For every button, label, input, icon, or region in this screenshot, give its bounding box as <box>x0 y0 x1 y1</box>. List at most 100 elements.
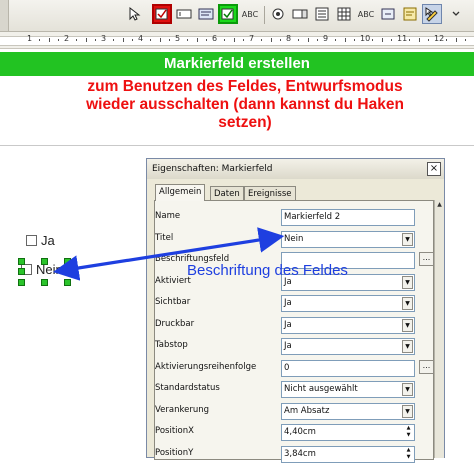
label-tool-button[interactable] <box>196 4 216 24</box>
tutorial-banner: Markierfeld erstellen <box>0 52 474 76</box>
property-value-field[interactable]: 0 <box>281 359 415 377</box>
property-value: Ja <box>284 298 292 308</box>
dialog-title-bar[interactable]: Eigenschaften: Markierfeld × <box>147 159 444 179</box>
ellipsis-button[interactable]: ... <box>419 359 434 374</box>
horizontal-ruler[interactable]: 1 2 3 4 5 6 7 8 9 10 11 12 <box>0 32 474 49</box>
selection-handle[interactable] <box>18 279 25 286</box>
form-button[interactable] <box>400 4 420 24</box>
nav-tool-button[interactable] <box>378 4 398 24</box>
checkbox-ja[interactable]: Ja <box>26 233 55 248</box>
tab-daten[interactable]: Daten <box>210 186 244 200</box>
selection-handle[interactable] <box>64 268 71 275</box>
pointer-tool-button[interactable] <box>124 4 144 24</box>
selection-handle[interactable] <box>64 258 71 265</box>
chevron-down-icon[interactable]: ▼ <box>402 383 413 396</box>
radio-button-tool[interactable] <box>268 4 288 24</box>
spin-buttons-icon[interactable]: ▲ ▼ <box>404 425 413 440</box>
ruler-number: 4 <box>138 34 144 43</box>
property-value-field[interactable]: 3,84cm ▲ ▼ <box>281 445 415 463</box>
selection-handle[interactable] <box>18 258 25 265</box>
ruler-tick <box>233 38 235 42</box>
ruler-tick <box>335 39 337 41</box>
spin-buttons-icon[interactable]: ▲ ▼ <box>404 447 413 462</box>
property-label: Standardstatus <box>155 383 220 393</box>
combo-tool-button[interactable] <box>290 4 310 24</box>
ruler-tick <box>298 39 300 41</box>
ruler-tick <box>307 38 309 42</box>
ruler-tick <box>279 39 281 41</box>
abc-button-2[interactable]: ABC <box>356 4 376 24</box>
panel-scrollbar[interactable]: ▲ <box>434 200 444 458</box>
selection-handle[interactable] <box>41 279 48 286</box>
abc-icon: ABC <box>241 9 259 19</box>
chevron-down-icon[interactable]: ▼ <box>402 318 413 332</box>
list-box-icon <box>315 7 329 21</box>
property-value-field[interactable]: Ja ▼ <box>281 338 415 355</box>
selection-handle[interactable] <box>41 258 48 265</box>
combo-box-icon <box>292 9 308 19</box>
property-label: PositionX <box>155 426 194 436</box>
ruler-tick <box>261 39 263 41</box>
property-value-field[interactable]: Nein ▼ <box>281 230 415 248</box>
property-value-field[interactable]: Ja ▼ <box>281 295 415 312</box>
abc-button[interactable]: ABC <box>240 4 260 24</box>
chevron-down-icon[interactable]: ▼ <box>402 340 413 353</box>
scroll-up-icon[interactable]: ▲ <box>435 200 444 209</box>
chevron-down-icon[interactable]: ▼ <box>402 232 413 246</box>
property-value: 3,84cm <box>284 448 316 459</box>
textbox-tool-button[interactable] <box>174 4 194 24</box>
chevron-down-icon[interactable]: ▼ <box>402 275 413 289</box>
ruler-tick <box>187 39 189 41</box>
ruler-tick <box>446 39 448 41</box>
property-value: Nein <box>284 233 304 244</box>
property-row: Verankerung Am Absatz ▼ <box>147 401 429 420</box>
selection-handle[interactable] <box>18 268 25 275</box>
more-controls-button[interactable] <box>446 4 466 24</box>
ruler-number: 1 <box>27 34 33 43</box>
ruler-tick <box>76 39 78 41</box>
dialog-title: Eigenschaften: Markierfeld <box>152 164 273 174</box>
chevron-down-icon[interactable]: ▼ <box>402 297 413 310</box>
property-label: Titel <box>155 232 174 243</box>
ruler-tick <box>464 39 466 41</box>
chevron-down-icon[interactable]: ▼ <box>402 404 413 418</box>
checkbox-tool-button[interactable] <box>152 4 172 24</box>
selection-handle[interactable] <box>64 279 71 286</box>
ruler-tick <box>224 39 226 41</box>
ruler-number: 2 <box>64 34 70 43</box>
toolbar-overflow-icon <box>452 11 460 16</box>
ruler-tick <box>372 39 374 41</box>
tab-allgemein[interactable]: Allgemein <box>155 184 206 201</box>
design-mode-button[interactable] <box>422 4 442 24</box>
ruler-tick <box>48 38 50 42</box>
list-tool-button[interactable] <box>312 4 332 24</box>
property-value-field[interactable]: Ja ▼ <box>281 316 415 334</box>
page-boundary-line <box>0 145 474 146</box>
grid-button[interactable] <box>334 4 354 24</box>
toolbar-separator <box>264 6 265 24</box>
pointer-icon <box>129 6 141 21</box>
text-field-icon <box>176 9 192 19</box>
ruler-number: 7 <box>249 34 255 43</box>
ruler-tick <box>344 38 346 42</box>
close-button[interactable]: × <box>427 162 441 176</box>
ruler-tick <box>390 39 392 41</box>
annotation-label: Beschriftung des Feldes <box>187 262 348 279</box>
ellipsis-button[interactable]: ... <box>419 252 434 266</box>
tab-ereignisse[interactable]: Ereignisse <box>244 186 296 200</box>
property-row: Tabstop Ja ▼ <box>147 336 429 355</box>
checkbox-selected-button[interactable] <box>218 4 238 24</box>
property-label: Aktivierungsreihenfolge <box>155 361 257 372</box>
ruler-tick <box>353 39 355 41</box>
property-value-field[interactable]: Nicht ausgewählt ▼ <box>281 381 415 398</box>
property-value: Ja <box>284 341 292 351</box>
property-value: Nicht ausgewählt <box>284 384 358 394</box>
property-value-field[interactable]: Markierfeld 2 <box>281 209 415 226</box>
toolbar-grip[interactable] <box>0 0 9 31</box>
ruler-tick <box>242 39 244 41</box>
property-label: Tabstop <box>155 340 188 350</box>
property-row: Titel Nein ▼ <box>147 229 429 248</box>
ruler-number: 9 <box>323 34 329 43</box>
property-value-field[interactable]: 4,40cm ▲ ▼ <box>281 424 415 441</box>
property-value-field[interactable]: Am Absatz ▼ <box>281 402 415 420</box>
